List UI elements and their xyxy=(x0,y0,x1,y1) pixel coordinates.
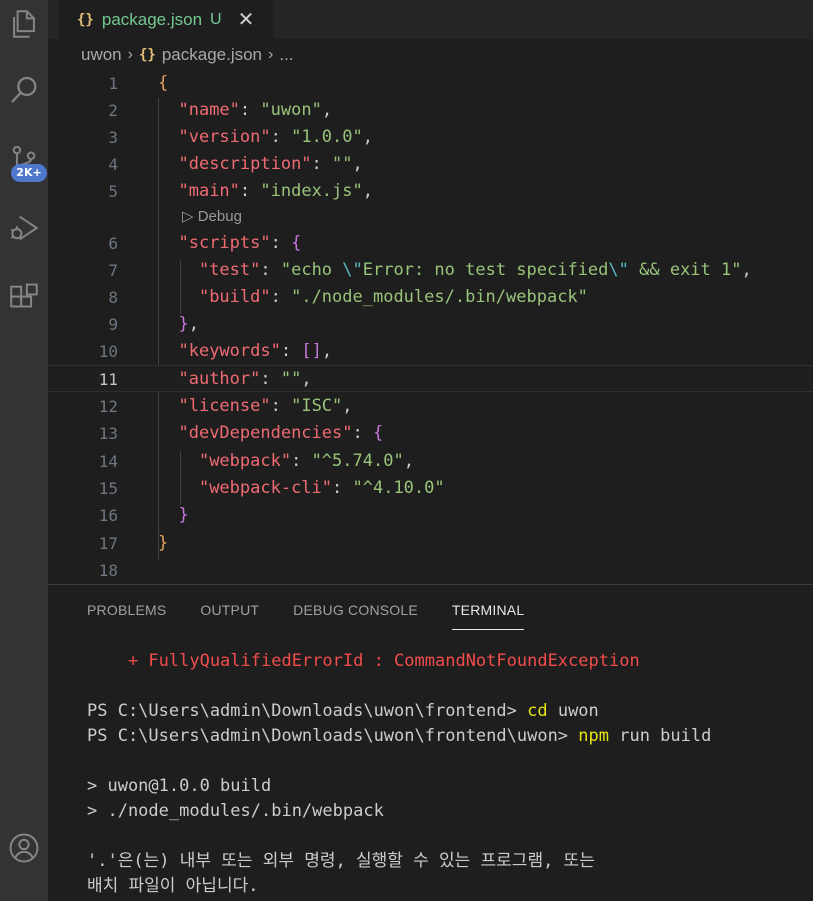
code-line: 14 "webpack": "^5.74.0", xyxy=(98,451,414,471)
code-line: 15 "webpack-cli": "^4.10.0" xyxy=(98,478,445,498)
code-line: 2 "name": "uwon", xyxy=(108,100,333,120)
terminal-line: > ./node_modules/.bin/webpack xyxy=(87,801,384,821)
account-icon[interactable] xyxy=(0,824,48,872)
tab-output[interactable]: OUTPUT xyxy=(200,602,259,630)
terminal-line: PS C:\Users\admin\Downloads\uwon\fronten… xyxy=(87,726,712,746)
activity-bar: 2K+ xyxy=(0,0,48,901)
breadcrumb-more[interactable]: ... xyxy=(279,45,293,65)
code-line: 12 "license": "ISC", xyxy=(98,396,353,416)
code-line: 3 "version": "1.0.0", xyxy=(108,127,373,147)
extensions-icon[interactable] xyxy=(0,274,48,322)
code-line: 18 xyxy=(98,561,118,580)
terminal-line: > uwon@1.0.0 build xyxy=(87,776,272,796)
untracked-badge: U xyxy=(210,10,222,28)
terminal-output[interactable]: + FullyQualifiedErrorId : CommandNotFoun… xyxy=(87,649,711,899)
panel-tabs: PROBLEMS OUTPUT DEBUG CONSOLE TERMINAL xyxy=(87,602,525,630)
terminal-line: PS C:\Users\admin\Downloads\uwon\fronten… xyxy=(87,701,599,721)
editor-tab-bar: {} package.json U ✕ xyxy=(48,0,813,39)
breadcrumb-file[interactable]: package.json xyxy=(162,45,262,65)
code-line: 9 }, xyxy=(108,314,199,334)
tab-problems[interactable]: PROBLEMS xyxy=(87,602,166,630)
json-file-icon: {} xyxy=(77,11,94,28)
tab-package-json[interactable]: {} package.json U ✕ xyxy=(59,0,273,39)
code-line: 5 "main": "index.js", xyxy=(108,181,373,201)
code-line: 6 "scripts": { xyxy=(108,233,302,253)
code-line-current: 11 "author": "", xyxy=(48,365,813,392)
code-line: 17} xyxy=(98,533,169,553)
tab-debug-console[interactable]: DEBUG CONSOLE xyxy=(293,602,418,630)
play-icon: ▷ xyxy=(182,208,194,225)
chevron-right-icon: › xyxy=(268,46,274,63)
debug-codelens[interactable]: ▷ Debug xyxy=(182,206,242,228)
code-line: 16 } xyxy=(98,505,189,525)
search-icon[interactable] xyxy=(0,66,48,114)
code-editor[interactable]: 1{ 2 "name": "uwon", 3 "version": "1.0.0… xyxy=(48,70,813,584)
code-line: 8 "build": "./node_modules/.bin/webpack" xyxy=(108,287,588,307)
terminal-line: 배치 파일이 아닙니다. xyxy=(87,876,259,896)
bottom-panel: PROBLEMS OUTPUT DEBUG CONSOLE TERMINAL +… xyxy=(48,584,813,901)
code-line: 10 "keywords": [], xyxy=(98,341,333,361)
code-line: 13 "devDependencies": { xyxy=(98,423,384,443)
terminal-error-line: + FullyQualifiedErrorId : CommandNotFoun… xyxy=(87,651,640,671)
terminal-line: '.'은(는) 내부 또는 외부 명령, 실행할 수 있는 프로그램, 또는 xyxy=(87,851,595,871)
breadcrumb-folder[interactable]: uwon xyxy=(81,45,122,65)
tab-label: package.json xyxy=(101,9,203,29)
code-line: 4 "description": "", xyxy=(108,154,363,174)
explorer-icon[interactable] xyxy=(0,0,48,48)
code-line: 7 "test": "echo \"Error: no test specifi… xyxy=(108,260,752,280)
tab-terminal[interactable]: TERMINAL xyxy=(451,602,525,630)
breadcrumb: uwon › {} package.json › ... xyxy=(81,42,294,68)
json-file-icon: {} xyxy=(138,47,156,63)
close-icon[interactable]: ✕ xyxy=(238,10,255,30)
chevron-right-icon: › xyxy=(127,46,133,63)
code-line: 1{ xyxy=(108,73,169,93)
run-debug-icon[interactable] xyxy=(0,204,48,252)
source-control-badge: 2K+ xyxy=(11,164,47,182)
